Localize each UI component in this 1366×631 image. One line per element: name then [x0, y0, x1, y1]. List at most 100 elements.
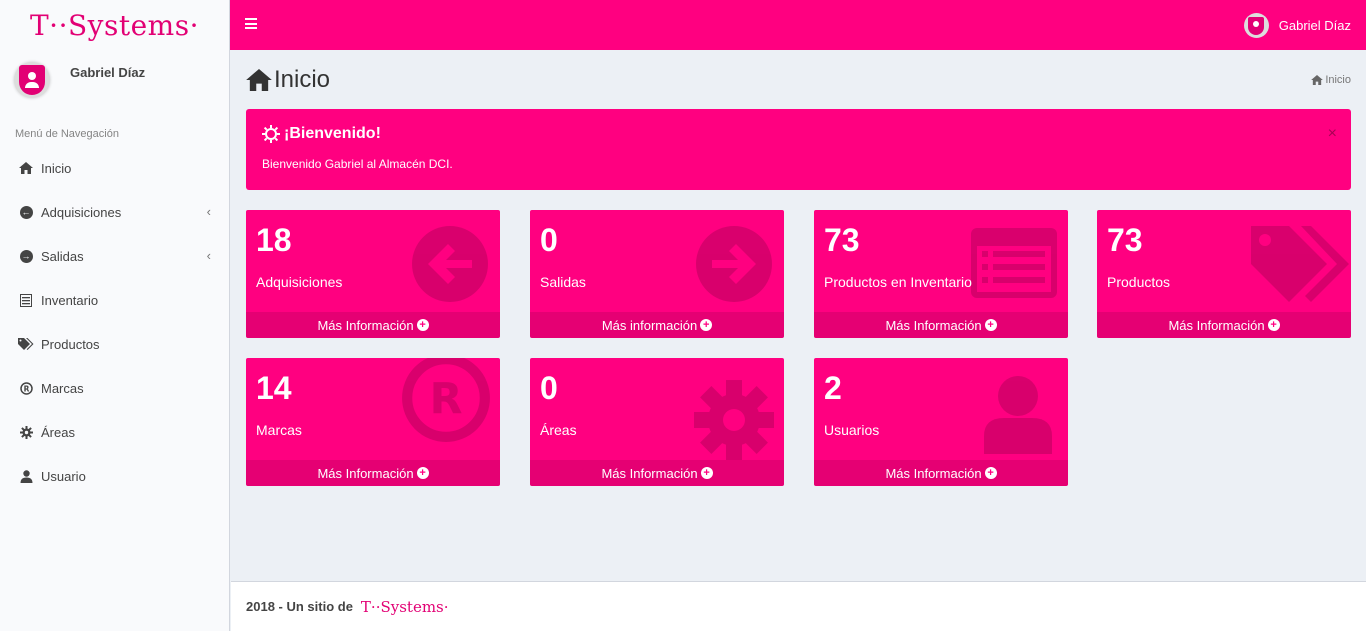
plus-circle-icon: + — [416, 467, 429, 479]
top-user-name: Gabriel Díaz — [1278, 18, 1351, 33]
plus-circle-icon: + — [984, 467, 997, 479]
user-menu[interactable]: Gabriel Díaz — [1243, 13, 1351, 38]
tags-icon — [1251, 226, 1349, 302]
more-info-link[interactable]: Más Información + — [1097, 312, 1351, 338]
more-info-link[interactable]: Más Información + — [530, 460, 784, 486]
sidebar-item-label: Inicio — [41, 160, 72, 176]
sidebar-item-inicio[interactable]: Inicio — [0, 146, 229, 190]
footer-text: 2018 - Un sitio de — [246, 599, 353, 614]
sidebar: T··Systems· Gabriel Díaz Menú de Navegac… — [0, 0, 230, 631]
arrow-left-circle-icon: ← — [19, 205, 33, 219]
top-navbar: Gabriel Díaz — [230, 0, 1366, 50]
stat-label: Productos en Inventario — [824, 274, 972, 290]
breadcrumb-item[interactable]: Inicio — [1325, 74, 1351, 86]
sidebar-item-label: Adquisiciones — [41, 204, 122, 220]
more-info-link[interactable]: Más Información + — [814, 460, 1068, 486]
more-info-text: Más Información — [317, 465, 414, 481]
home-icon — [18, 160, 34, 176]
avatar — [14, 62, 50, 98]
plus-circle-icon: + — [1267, 319, 1280, 331]
avatar — [1243, 13, 1269, 38]
stat-label: Productos — [1107, 274, 1171, 290]
more-info-text: Más Información — [885, 317, 982, 333]
plus-circle-icon: + — [700, 467, 713, 479]
more-info-link[interactable]: Más Información + — [246, 460, 500, 486]
sidebar-item-inventario[interactable]: Inventario — [0, 278, 229, 322]
svg-text:R: R — [429, 374, 462, 424]
more-info-text: Más Información — [317, 317, 414, 333]
gear-icon — [18, 424, 34, 440]
stat-label: Adquisiciones — [256, 274, 343, 290]
arrow-right-circle-icon — [696, 226, 772, 302]
more-info-text: Más Información — [885, 465, 982, 481]
arrow-right-circle-icon: → — [19, 249, 33, 263]
breadcrumb[interactable]: Inicio — [1311, 74, 1351, 86]
stat-value: 0 — [540, 370, 558, 406]
svg-text:R: R — [23, 384, 29, 393]
plus-circle-icon: + — [984, 319, 997, 331]
stat-label: Marcas — [256, 422, 302, 438]
stat-box-salidas: 0 Salidas Más información + — [530, 210, 784, 338]
nav-header: Menú de Navegación — [15, 128, 119, 140]
stat-box-adquisiciones: 18 Adquisiciones Más Información + — [246, 210, 500, 338]
chevron-left-icon: ‹ — [206, 248, 211, 263]
stat-value: 73 — [824, 222, 860, 258]
sidebar-toggle-button[interactable] — [245, 18, 257, 29]
alert-message: Bienvenido Gabriel al Almacén DCI. — [262, 157, 453, 171]
stat-value: 18 — [256, 222, 292, 258]
list-icon — [18, 292, 34, 308]
user-icon — [984, 376, 1052, 454]
sidebar-item-areas[interactable]: Áreas — [0, 410, 229, 454]
gear-icon — [694, 380, 774, 460]
registered-icon: R — [402, 358, 490, 442]
arrow-left-circle-icon — [412, 226, 488, 302]
more-info-link[interactable]: Más información + — [530, 312, 784, 338]
stat-label: Salidas — [540, 274, 586, 290]
sidebar-item-label: Marcas — [41, 380, 84, 396]
more-info-text: Más Información — [1168, 317, 1265, 333]
sidebar-item-usuario[interactable]: Usuario — [0, 454, 229, 498]
stat-box-areas: 0 Áreas Más Información + — [530, 358, 784, 486]
sun-icon — [262, 125, 280, 143]
alert-close-button[interactable]: × — [1328, 125, 1337, 143]
user-icon — [18, 468, 34, 484]
chevron-left-icon: ‹ — [206, 204, 211, 219]
plus-circle-icon: + — [700, 319, 713, 331]
more-info-link[interactable]: Más Información + — [246, 312, 500, 338]
page-footer: 2018 - Un sitio de T··Systems· — [231, 581, 1366, 631]
sidebar-item-label: Salidas — [41, 248, 84, 264]
more-info-link[interactable]: Más Información + — [814, 312, 1068, 338]
tags-icon — [18, 336, 34, 352]
sidebar-item-label: Usuario — [41, 468, 86, 484]
home-icon — [1311, 75, 1324, 85]
home-icon — [246, 69, 272, 91]
stat-value: 2 — [824, 370, 842, 406]
stat-box-usuarios: 2 Usuarios Más Información + — [814, 358, 1068, 486]
more-info-text: Más información — [601, 317, 698, 333]
brand-logo[interactable]: T··Systems· — [0, 0, 229, 50]
page-title: Inicio — [246, 66, 330, 94]
sidebar-item-label: Áreas — [41, 424, 75, 440]
main-content: Inicio Inicio ¡Bienvenido! Bienvenido Ga… — [231, 50, 1366, 581]
page-title-text: Inicio — [274, 66, 331, 93]
alert-title: ¡Bienvenido! — [262, 125, 381, 143]
sidebar-item-adquisiciones[interactable]: ← Adquisiciones ‹ — [0, 190, 229, 234]
user-name: Gabriel Díaz — [70, 65, 146, 80]
footer-logo[interactable]: T··Systems· — [361, 598, 449, 616]
sidebar-item-salidas[interactable]: → Salidas ‹ — [0, 234, 229, 278]
plus-circle-icon: + — [416, 319, 429, 331]
sidebar-item-label: Productos — [41, 336, 100, 352]
user-panel: Gabriel Díaz — [0, 50, 229, 115]
sidebar-item-label: Inventario — [41, 292, 99, 308]
more-info-text: Más Información — [601, 465, 698, 481]
sidebar-item-productos[interactable]: Productos — [0, 322, 229, 366]
stat-box-productos-inventario: 73 Productos en Inventario Más Informaci… — [814, 210, 1068, 338]
welcome-alert: ¡Bienvenido! Bienvenido Gabriel al Almac… — [246, 109, 1351, 190]
alert-title-text: ¡Bienvenido! — [284, 125, 381, 142]
stat-label: Áreas — [540, 422, 577, 438]
stat-value: 0 — [540, 222, 558, 258]
stat-value: 73 — [1107, 222, 1143, 258]
stat-label: Usuarios — [824, 422, 880, 438]
sidebar-item-marcas[interactable]: R Marcas — [0, 366, 229, 410]
registered-icon: R — [18, 380, 34, 396]
